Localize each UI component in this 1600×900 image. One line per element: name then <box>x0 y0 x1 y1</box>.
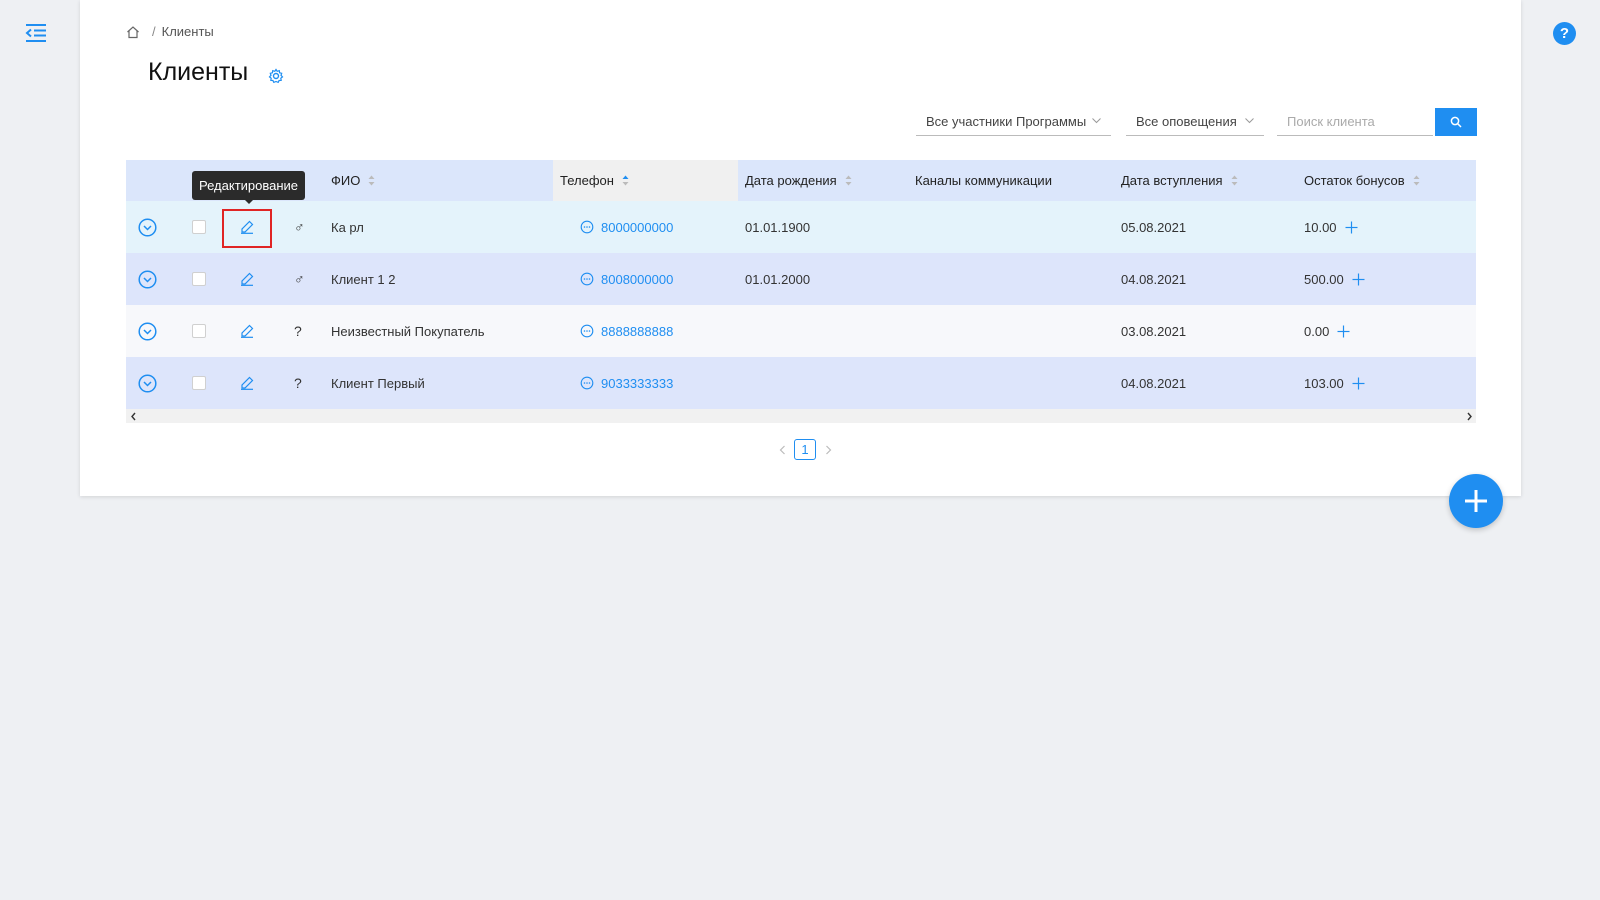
notifications-select-value: Все оповещения <box>1136 114 1237 129</box>
message-bubble-icon <box>580 272 594 286</box>
edit-pencil-icon[interactable] <box>240 272 254 286</box>
phone-link[interactable]: 8000000000 <box>601 220 673 235</box>
phone-link[interactable]: 9033333333 <box>601 376 673 391</box>
pagination: 1 <box>774 439 836 460</box>
column-header-joined[interactable]: Дата вступления <box>1121 160 1238 201</box>
column-header-channels: Каналы коммуникации <box>915 173 1052 188</box>
page-number[interactable]: 1 <box>794 439 816 460</box>
page-title: Клиенты <box>148 58 249 86</box>
gender-icon: ♂ <box>294 271 305 287</box>
bonus-balance: 500.00 <box>1304 271 1344 287</box>
column-header-phone[interactable]: Телефон <box>560 160 629 201</box>
add-bonus-icon[interactable] <box>1352 377 1365 390</box>
join-date: 04.08.2021 <box>1121 375 1187 391</box>
row-checkbox[interactable] <box>192 272 206 286</box>
table-body: ♂ Ка рл 8000000000 01.01.1900 05.08.2021… <box>126 201 1476 409</box>
table-row: ♂ Ка рл 8000000000 01.01.1900 05.08.2021… <box>126 201 1476 253</box>
phone-link[interactable]: 8008000000 <box>601 272 673 287</box>
expand-row-icon[interactable] <box>138 269 157 289</box>
help-icon[interactable]: ? <box>1553 22 1576 45</box>
scroll-right-icon[interactable] <box>1462 409 1476 423</box>
table-header: ФИО Телефон Дата рождения Каналы коммуни… <box>126 160 1476 201</box>
members-select[interactable]: Все участники Программы <box>916 108 1111 136</box>
sort-icon <box>1413 175 1420 186</box>
row-checkbox[interactable] <box>192 220 206 234</box>
chevron-down-icon <box>1245 118 1254 124</box>
edit-pencil-icon[interactable] <box>240 220 254 234</box>
notifications-select[interactable]: Все оповещения <box>1126 108 1264 136</box>
members-select-value: Все участники Программы <box>926 114 1087 129</box>
row-checkbox[interactable] <box>192 324 206 338</box>
join-date: 03.08.2021 <box>1121 323 1187 339</box>
column-header-birth[interactable]: Дата рождения <box>745 160 852 201</box>
gender-icon: ♂ <box>294 219 305 235</box>
bonus-balance: 103.00 <box>1304 375 1344 391</box>
message-bubble-icon <box>580 324 594 338</box>
birth-date: 01.01.2000 <box>745 271 811 287</box>
table-row: ? Неизвестный Покупатель 8888888888 03.0… <box>126 305 1476 357</box>
add-bonus-icon[interactable] <box>1345 221 1358 234</box>
column-header-bonus[interactable]: Остаток бонусов <box>1304 160 1420 201</box>
client-name: Ка рл <box>331 219 364 235</box>
table-row: ♂ Клиент 1 2 8008000000 01.01.2000 04.08… <box>126 253 1476 305</box>
table-row: ? Клиент Первый 9033333333 04.08.2021 10… <box>126 357 1476 409</box>
clients-table: ФИО Телефон Дата рождения Каналы коммуни… <box>126 160 1476 423</box>
home-icon[interactable] <box>126 25 140 39</box>
clients-card: / Клиенты Клиенты Все участники Программ… <box>80 0 1521 496</box>
add-bonus-icon[interactable] <box>1337 325 1350 338</box>
expand-row-icon[interactable] <box>138 321 157 341</box>
message-bubble-icon <box>580 220 594 234</box>
plus-icon <box>1465 490 1487 512</box>
edit-tooltip: Редактирование <box>192 171 306 204</box>
message-bubble-icon <box>580 376 594 390</box>
bonus-balance: 10.00 <box>1304 219 1337 235</box>
horizontal-scrollbar[interactable] <box>126 409 1476 423</box>
next-page-icon[interactable] <box>820 442 836 458</box>
search-button[interactable] <box>1435 108 1477 136</box>
client-name: Неизвестный Покупатель <box>331 323 485 339</box>
row-checkbox[interactable] <box>192 376 206 390</box>
client-name: Клиент Первый <box>331 375 425 391</box>
gender-unknown-icon: ? <box>294 375 302 391</box>
sort-icon <box>368 175 375 186</box>
join-date: 05.08.2021 <box>1121 219 1187 235</box>
add-bonus-icon[interactable] <box>1352 273 1365 286</box>
breadcrumb-current: Клиенты <box>161 24 214 39</box>
breadcrumb-separator: / <box>152 24 156 39</box>
expand-row-icon[interactable] <box>138 217 157 237</box>
add-client-button[interactable] <box>1449 474 1503 528</box>
search-icon <box>1450 116 1462 128</box>
bonus-balance: 0.00 <box>1304 323 1330 339</box>
expand-row-icon[interactable] <box>138 373 157 393</box>
chevron-down-icon <box>1092 118 1101 124</box>
column-header-name[interactable]: ФИО <box>331 160 375 201</box>
sort-icon <box>845 175 852 186</box>
phone-link[interactable]: 8888888888 <box>601 324 673 339</box>
client-name: Клиент 1 2 <box>331 271 396 287</box>
menu-toggle-icon[interactable] <box>25 24 47 42</box>
prev-page-icon[interactable] <box>774 442 790 458</box>
breadcrumb: / Клиенты <box>126 24 214 39</box>
filters-bar: Все участники Программы Все оповещения <box>80 108 1521 136</box>
sort-ascending-icon <box>622 175 629 186</box>
edit-pencil-icon[interactable] <box>240 324 254 338</box>
join-date: 04.08.2021 <box>1121 271 1187 287</box>
gear-icon[interactable] <box>268 68 284 84</box>
birth-date: 01.01.1900 <box>745 219 811 235</box>
edit-pencil-icon[interactable] <box>240 376 254 390</box>
search-input[interactable] <box>1277 108 1433 136</box>
sort-icon <box>1231 175 1238 186</box>
scroll-left-icon[interactable] <box>126 409 140 423</box>
gender-unknown-icon: ? <box>294 323 302 339</box>
